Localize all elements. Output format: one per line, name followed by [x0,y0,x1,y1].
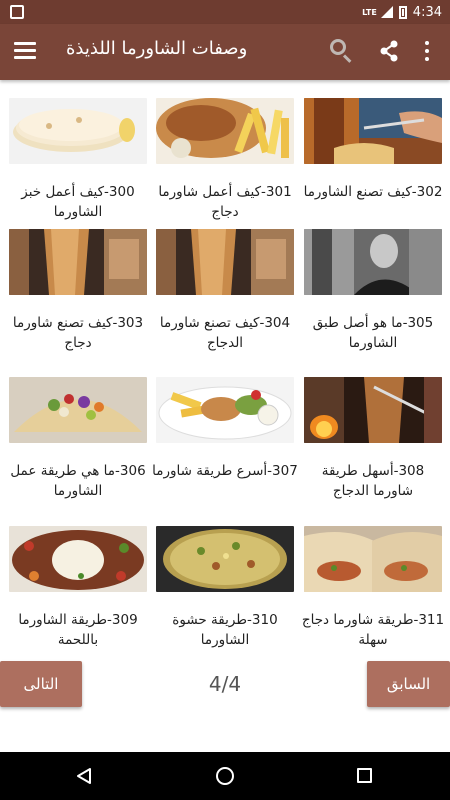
recipe-card[interactable]: 302-كيف تصنع الشاورما [304,98,442,238]
notification-icon [10,5,24,19]
next-button[interactable]: التالى [0,661,82,707]
signal-icon [380,6,393,18]
app-title: وصفات الشاورما اللذيذة [66,38,248,59]
shawarma-spit-cutting-image [304,98,442,164]
lte-label: LTE [362,7,377,17]
recipe-caption: 303-كيف تصنع شاورما دجاج [12,315,144,351]
recipe-grid: 302-كيف تصنع الشاورما 301-كيف أعمل شاورم… [0,80,450,655]
status-icons: LTE 4:34 [362,0,442,24]
status-bar: LTE 4:34 [0,0,450,24]
shawarma-wrap-salad-image [9,377,147,443]
home-icon[interactable] [216,767,234,785]
page-indicator: 4/4 [208,672,242,696]
clock: 4:34 [412,4,442,20]
recipe-caption: 305-ما هو أصل طبق الشاورما [312,315,434,351]
share-icon[interactable] [378,40,400,62]
previous-button[interactable]: السابق [367,661,450,707]
recipe-caption: 307-أسرع طريقة شاورما [152,463,298,479]
recipe-card[interactable]: 300-كيف أعمل خبز الشاورما [9,98,147,238]
flatbread-image [9,98,147,164]
recipe-caption: 302-كيف تصنع الشاورما [303,184,443,200]
recipe-card[interactable]: 308-أسهل طريقة شاورما الدجاج [304,377,442,517]
chicken-spit-image [9,229,147,295]
recipe-caption: 308-أسهل طريقة شاورما الدجاج [321,463,425,499]
meat-plate-sauce-image [9,526,147,592]
more-options-icon[interactable] [424,41,430,63]
menu-icon[interactable] [14,42,36,62]
recipe-card[interactable]: 304-كيف تصنع شاورما الدجاج [156,229,294,369]
shawarma-filling-pan-image [156,526,294,592]
recipe-card[interactable]: 301-كيف أعمل شاورما دجاج [156,98,294,238]
recipe-card[interactable]: 309-طريقة الشاورما باللحمة [9,526,147,666]
app-screen: LTE 4:34 وصفات الشاورما اللذيذة 302-كيف … [0,0,450,800]
recipe-caption: 309-طريقة الشاورما باللحمة [18,612,138,648]
search-icon[interactable] [330,39,352,63]
rolled-wraps-image [304,526,442,592]
recipe-card[interactable]: 307-أسرع طريقة شاورما [152,377,298,517]
chicken-spit-image-2 [156,229,294,295]
recipe-caption: 301-كيف أعمل شاورما دجاج [158,184,292,220]
shawarma-plate-fries-image [156,98,294,164]
recipe-card[interactable]: 305-ما هو أصل طبق الشاورما [304,229,442,369]
spit-fire-image [304,377,442,443]
battery-icon [398,5,407,19]
recipe-caption: 311-طريقة شاورما دجاج سهلة [301,612,445,648]
recipe-caption: 300-كيف أعمل خبز الشاورما [21,184,135,220]
recipe-card[interactable]: 303-كيف تصنع شاورما دجاج [9,229,147,369]
shawarma-plate-garlic-image [156,377,294,443]
recipe-card[interactable]: 310-طريقة حشوة الشاورما [156,526,294,666]
app-toolbar: وصفات الشاورما اللذيذة [0,24,450,80]
chef-portrait-image [304,229,442,295]
recipe-card[interactable]: 306-ما هي طريقة عمل الشاورما [9,377,147,517]
recipe-caption: 306-ما هي طريقة عمل الشاورما [10,463,146,499]
back-icon[interactable] [75,767,93,785]
recipe-card[interactable]: 311-طريقة شاورما دجاج سهلة [302,526,444,666]
recent-apps-icon[interactable] [357,768,372,783]
system-navigation-bar [0,752,450,800]
recipe-caption: 310-طريقة حشوة الشاورما [172,612,278,648]
recipe-caption: 304-كيف تصنع شاورما الدجاج [159,315,291,351]
